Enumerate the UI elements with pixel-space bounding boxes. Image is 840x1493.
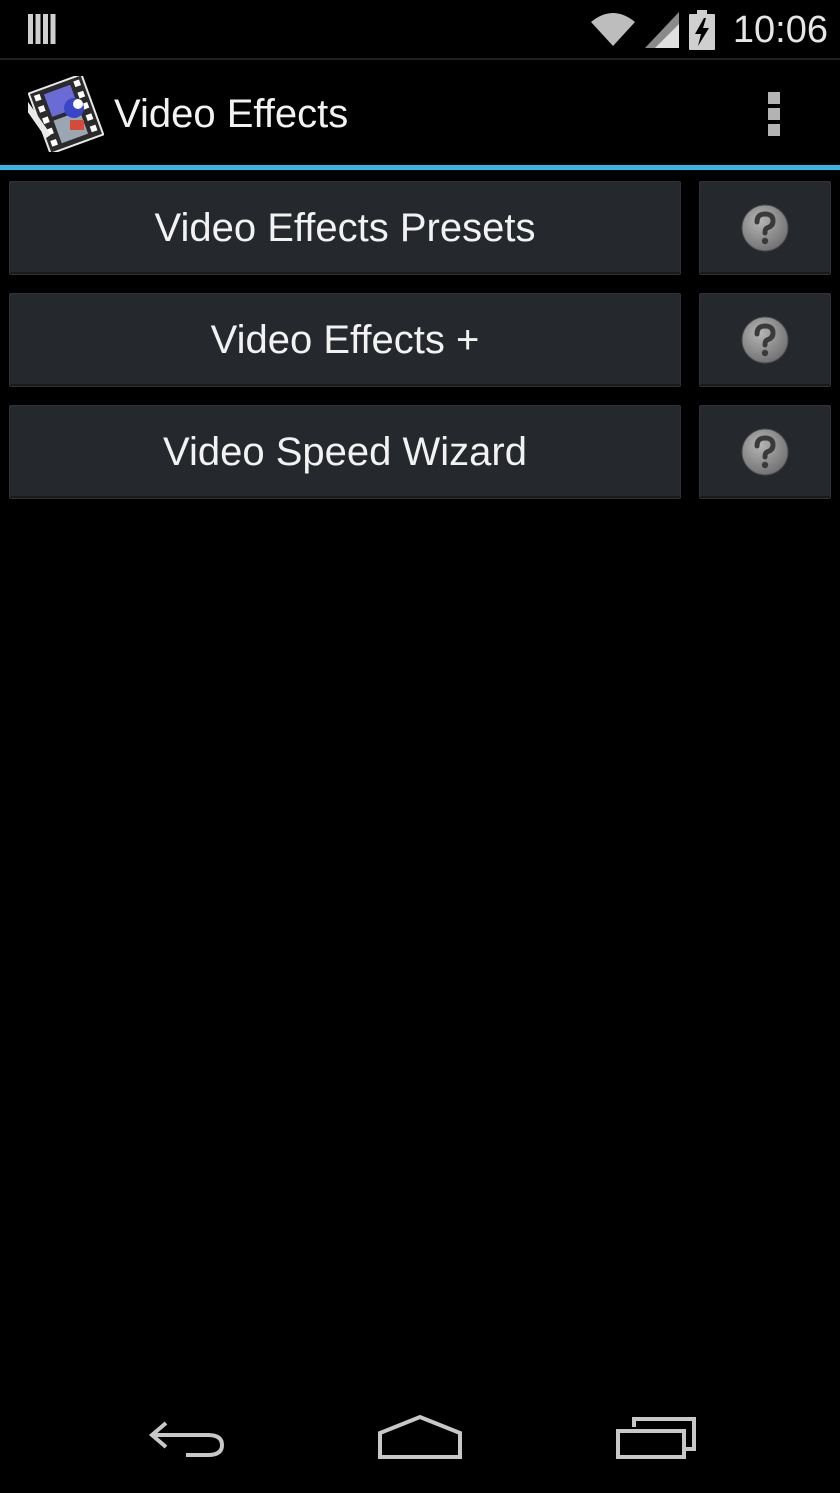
back-icon xyxy=(148,1421,225,1457)
video-effects-plus-button[interactable]: Video Effects + xyxy=(9,293,681,387)
home-icon xyxy=(378,1414,462,1459)
menu-row-effects-plus: Video Effects + xyxy=(9,293,831,387)
action-bar-divider xyxy=(0,165,840,170)
app-title: Video Effects xyxy=(114,92,349,136)
status-bar: 10:06 xyxy=(0,0,840,60)
navigation-bar xyxy=(0,1382,840,1493)
video-speed-wizard-button[interactable]: Video Speed Wizard xyxy=(9,405,681,499)
recent-apps-icon xyxy=(616,1417,696,1459)
help-icon xyxy=(741,428,789,476)
help-button-effects-plus[interactable] xyxy=(699,293,831,387)
cell-signal-icon xyxy=(644,12,679,48)
menu-row-presets: Video Effects Presets xyxy=(9,181,831,275)
home-button[interactable] xyxy=(370,1404,470,1470)
help-button-speed-wizard[interactable] xyxy=(699,405,831,499)
menu-row-speed-wizard: Video Speed Wizard xyxy=(9,405,831,499)
battery-charging-icon xyxy=(688,10,715,50)
notification-bars-icon xyxy=(28,14,56,44)
status-time: 10:06 xyxy=(732,8,828,51)
video-effects-presets-button[interactable]: Video Effects Presets xyxy=(9,181,681,275)
help-icon xyxy=(741,204,789,252)
help-icon xyxy=(741,316,789,364)
wifi-icon xyxy=(590,13,635,46)
status-icons: 10:06 xyxy=(590,8,828,52)
recent-apps-button[interactable] xyxy=(606,1404,706,1470)
overflow-menu-icon[interactable] xyxy=(756,88,792,140)
action-bar: Video Effects xyxy=(0,60,840,165)
help-button-presets[interactable] xyxy=(699,181,831,275)
video-effects-app-icon[interactable] xyxy=(28,76,104,152)
back-button[interactable] xyxy=(136,1404,236,1470)
